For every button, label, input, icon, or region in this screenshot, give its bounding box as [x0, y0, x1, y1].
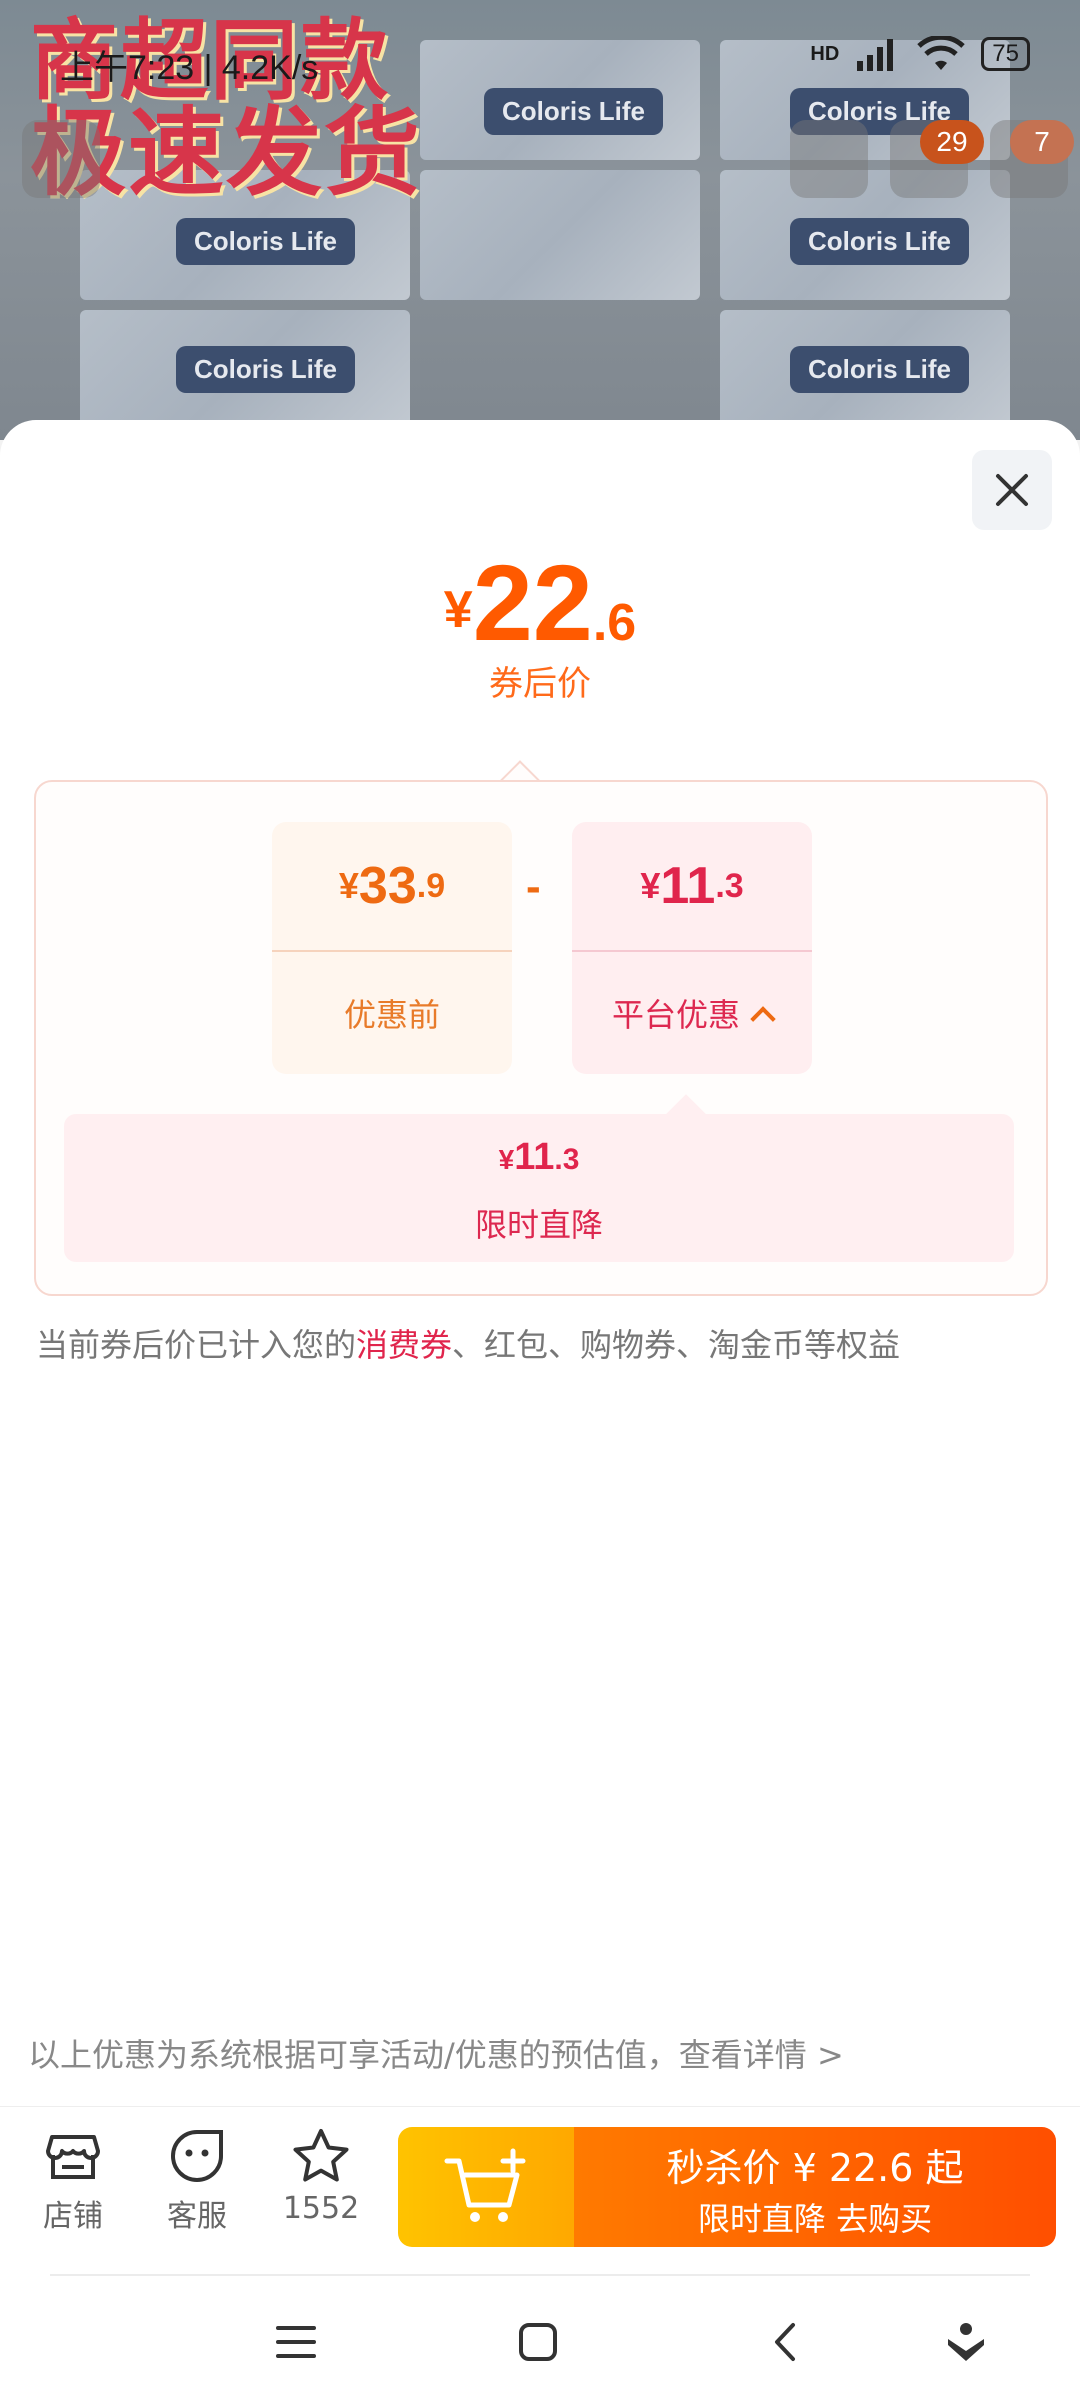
note-suffix: 、红包、购物券、淘金币等权益 [452, 1326, 901, 1364]
status-time: 上午7:23 | 4.2K/s [60, 49, 319, 87]
status-bar: 上午7:23 | 4.2K/s HD 75 [0, 30, 1080, 90]
final-price-label: 券后价 [489, 664, 591, 704]
seckill-buy-button[interactable]: 秒杀价 ¥ 22.6 起 限时直降 去购买 [398, 2127, 1056, 2247]
menu-icon [276, 2326, 316, 2358]
buy-now-button[interactable]: 秒杀价 ¥ 22.6 起 限时直降 去购买 [574, 2127, 1056, 2247]
product-brand-label: Coloris Life [484, 88, 664, 135]
add-to-cart-button[interactable] [398, 2127, 574, 2247]
consumer-coupon-link[interactable]: 消费券 [356, 1326, 452, 1364]
price-breakdown-sheet: ¥22.6 券后价 ¥33.9 优惠前 - ¥11.3 平台优惠 ¥11.3 限… [0, 420, 1080, 2106]
amount-integer: 33 [358, 857, 417, 915]
chevron-up-icon [750, 1006, 776, 1032]
search-button[interactable] [790, 120, 868, 198]
cart-count-badge: 29 [920, 120, 984, 164]
add-cart-icon [444, 2148, 526, 2222]
product-brand-label: Coloris Life [790, 218, 970, 265]
home-button[interactable] [508, 2312, 568, 2372]
platform-discount-amount: ¥11.3 [572, 822, 812, 950]
service-label: 客服 [167, 2199, 227, 2234]
signal-icon [857, 39, 894, 71]
favorite-button[interactable]: 1552 [266, 2127, 376, 2226]
note-prefix: 当前券后价已计入您的 [36, 1326, 357, 1364]
close-icon [996, 474, 1028, 506]
seckill-price-text: 秒杀价 ¥ 22.6 起 [666, 2146, 964, 2190]
final-price-currency: ¥ [443, 581, 473, 639]
final-price: ¥22.6 [0, 540, 1080, 665]
battery-indicator: 75 [981, 37, 1030, 71]
product-brand-label: Coloris Life [176, 346, 356, 393]
close-button[interactable] [972, 450, 1052, 530]
price-before-card: ¥33.9 优惠前 [272, 822, 512, 1074]
amount-integer: 11 [660, 857, 716, 915]
product-pack [420, 170, 700, 300]
system-nav-bar [0, 2274, 1080, 2400]
price-before-amount: ¥33.9 [272, 822, 512, 950]
bottom-action-bar: 店铺 客服 1552 秒杀价 ¥ 22.6 起 限时直降 去购买 [0, 2106, 1080, 2275]
amount-decimal: .3 [715, 866, 744, 905]
wifi-icon [917, 36, 966, 70]
currency-symbol: ¥ [338, 865, 359, 906]
limited-discount-amount: ¥11.3 [64, 1136, 1014, 1179]
store-icon [46, 2135, 100, 2179]
product-brand-label: Coloris Life [176, 218, 356, 265]
currency-symbol: ¥ [498, 1144, 515, 1175]
platform-discount-text: 平台优惠 [611, 996, 740, 1034]
minus-sign: - [526, 862, 541, 911]
coupon-note: 当前券后价已计入您的消费券、红包、购物券、淘金币等权益 [36, 1320, 900, 1366]
final-price-integer: 22 [472, 542, 593, 663]
assistant-icon [948, 2323, 984, 2361]
final-price-decimal: .6 [592, 594, 637, 652]
product-image-background: Coloris Life Coloris Life Coloris Life C… [0, 0, 1080, 440]
platform-discount-label: 平台优惠 [572, 952, 812, 1074]
recent-apps-button[interactable] [266, 2312, 326, 2372]
nav-divider [50, 2274, 1030, 2276]
favorite-count: 1552 [282, 2191, 360, 2226]
hd-indicator: HD [810, 42, 840, 65]
chevron-left-icon [775, 2323, 795, 2361]
amount-decimal: .3 [554, 1143, 580, 1176]
buy-now-text: 限时直降 去购买 [697, 2200, 933, 2238]
message-count-badge: 7 [1010, 120, 1074, 164]
limited-discount-label: 限时直降 [474, 1206, 603, 1244]
status-right: HD 75 [810, 36, 1030, 72]
estimate-details-link[interactable]: 以上优惠为系统根据可享活动/优惠的预估值，查看详情 > [28, 2030, 844, 2076]
service-icon [171, 2130, 223, 2183]
customer-service-button[interactable]: 客服 [142, 2127, 252, 2235]
home-square-icon [519, 2323, 557, 2361]
store-button[interactable]: 店铺 [18, 2127, 128, 2235]
amount-decimal: .9 [416, 866, 446, 905]
currency-symbol: ¥ [640, 865, 661, 906]
product-brand-label: Coloris Life [790, 346, 970, 393]
back-nav-button[interactable] [754, 2312, 814, 2372]
amount-integer: 11 [514, 1136, 555, 1178]
platform-discount-card[interactable]: ¥11.3 平台优惠 [572, 822, 812, 1074]
back-button[interactable] [22, 120, 100, 198]
assistant-button[interactable] [936, 2312, 996, 2372]
store-label: 店铺 [43, 2199, 103, 2234]
star-icon [293, 2129, 349, 2182]
price-before-label: 优惠前 [343, 996, 440, 1034]
breakdown-box: ¥33.9 优惠前 - ¥11.3 平台优惠 ¥11.3 限时直降 [34, 780, 1048, 1296]
limited-discount-item: ¥11.3 限时直降 [64, 1114, 1014, 1262]
